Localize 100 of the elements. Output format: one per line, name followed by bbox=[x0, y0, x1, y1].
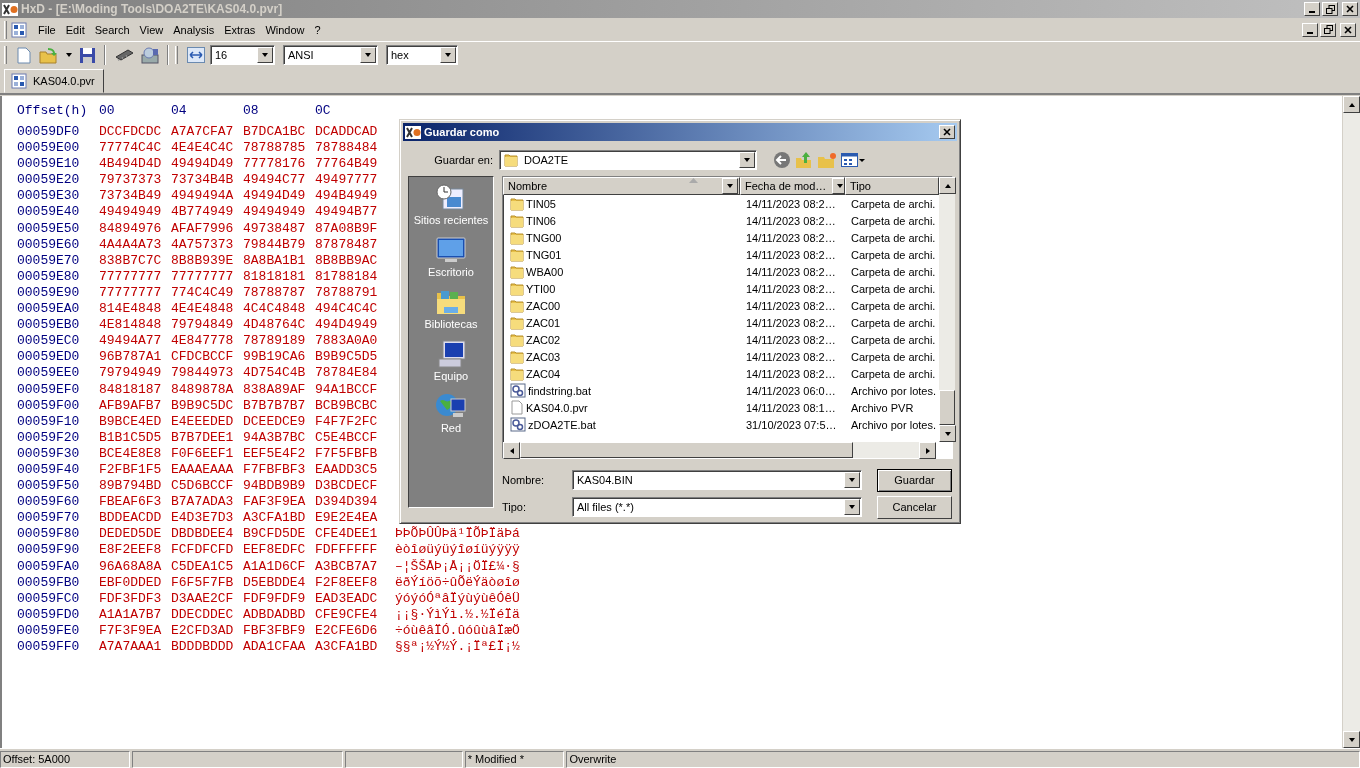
hex-cell-text: 4E847778 bbox=[171, 333, 235, 350]
window-title: HxD - [E:\Moding Tools\DOA2TE\KAS04.0.pvr] bbox=[21, 2, 283, 16]
scroll-down-button[interactable] bbox=[1343, 731, 1360, 748]
horizontal-scrollbar[interactable] bbox=[503, 442, 936, 458]
hex-cell-text: 7883A0A0 bbox=[315, 333, 379, 350]
scroll-left-button[interactable] bbox=[503, 442, 520, 459]
vertical-scrollbar[interactable] bbox=[1342, 96, 1360, 748]
hex-cell-text: 494B4949 bbox=[315, 188, 379, 205]
name-label: Nombre: bbox=[502, 474, 546, 486]
arrow-down-icon bbox=[1347, 735, 1356, 744]
scroll-up-button[interactable] bbox=[939, 177, 956, 194]
file-date: 14/11/2023 08:2… bbox=[745, 333, 837, 346]
hex-cell-text: 99B19CA6 bbox=[243, 349, 307, 366]
file-name[interactable]: ZAC03 bbox=[503, 349, 740, 364]
app-icon bbox=[2, 2, 18, 16]
hex-cell-text: DDECDDEC bbox=[171, 606, 235, 623]
column-header[interactable]: Nombre bbox=[503, 177, 740, 195]
hex-cell-text: 49738487 bbox=[243, 220, 307, 237]
hex-cell-text: A3CFA1BD bbox=[315, 639, 379, 656]
scroll-up-button[interactable] bbox=[1343, 96, 1360, 113]
file-type: Carpeta de archi. bbox=[850, 350, 937, 363]
file-name[interactable]: findstring.bat bbox=[503, 383, 740, 398]
scroll-thumb[interactable] bbox=[520, 442, 853, 458]
file-name[interactable]: YTI00 bbox=[503, 281, 740, 296]
file-name[interactable]: TNG00 bbox=[503, 230, 740, 245]
restore-button[interactable] bbox=[1320, 22, 1336, 37]
hex-cell-text: 79844973 bbox=[171, 365, 235, 382]
minimize-button[interactable] bbox=[1304, 2, 1320, 16]
scroll-right-button[interactable] bbox=[919, 442, 936, 459]
type-label: Tipo: bbox=[502, 501, 528, 513]
place-button[interactable]: Equipo bbox=[410, 339, 492, 389]
save-button[interactable]: Guardar bbox=[877, 468, 952, 492]
gears-document-icon bbox=[510, 383, 526, 398]
arrow-down-icon bbox=[261, 51, 269, 59]
file-name[interactable]: ZAC02 bbox=[503, 332, 740, 347]
close-button[interactable] bbox=[1340, 22, 1356, 37]
view-grid-icon bbox=[841, 151, 865, 168]
hex-cell-text: 4E4E4848 bbox=[171, 301, 235, 318]
file-name[interactable]: ZAC04 bbox=[503, 366, 740, 381]
ascii-text: ¡¡§·ÝìÝì.½.½ÏéÏä bbox=[395, 606, 521, 623]
menu-item[interactable]: ? bbox=[309, 21, 326, 38]
place-button[interactable]: Sitios recientes bbox=[410, 183, 492, 233]
ascii-text: ýóýóÓªâÏýùýùêÓêÜ bbox=[395, 590, 521, 607]
menu-item[interactable]: Analysis bbox=[168, 21, 220, 38]
menu-item[interactable]: Window bbox=[260, 21, 310, 38]
hex-cell-text: DCEEDCE9 bbox=[243, 413, 307, 430]
column-header[interactable]: Fecha de mod… bbox=[740, 177, 845, 195]
hex-cell-text: F6F5F7FB bbox=[171, 574, 235, 591]
offset-base-select[interactable]: hex bbox=[386, 45, 458, 65]
offset-cell-text: 00059F20 bbox=[17, 429, 81, 446]
close-button[interactable] bbox=[1342, 2, 1358, 16]
file-tab[interactable]: KAS04.0.pvr bbox=[4, 69, 104, 93]
bytes-per-row-button[interactable] bbox=[185, 44, 207, 66]
folder-select[interactable]: DOA2TE bbox=[499, 149, 757, 170]
file-name[interactable]: ZAC00 bbox=[503, 298, 740, 313]
vertical-scrollbar[interactable] bbox=[939, 177, 955, 442]
disk-button[interactable] bbox=[139, 44, 161, 66]
scroll-down-button[interactable] bbox=[939, 425, 956, 442]
hex-cell-text: FBEAF6F3 bbox=[99, 494, 163, 511]
hex-cell-text: 4B494D4D bbox=[99, 156, 163, 173]
file-name[interactable]: ZAC01 bbox=[503, 315, 740, 330]
scroll-thumb[interactable] bbox=[939, 390, 955, 425]
file-name[interactable]: WBA00 bbox=[503, 264, 740, 279]
mode-status: Overwrite bbox=[566, 751, 1360, 768]
offset-cell-text: 00059E80 bbox=[17, 268, 81, 285]
file-name[interactable]: zDOA2TE.bat bbox=[503, 417, 740, 432]
menu-item[interactable]: View bbox=[134, 21, 169, 38]
dialog-title: Guardar como bbox=[424, 126, 500, 139]
charset-select[interactable]: ANSI bbox=[283, 45, 378, 65]
file-name-field[interactable]: KAS04.BIN bbox=[572, 470, 862, 490]
hex-cell-text: FCFDFCFD bbox=[171, 542, 235, 559]
menu-item[interactable]: Edit bbox=[60, 21, 90, 38]
minimize-button[interactable] bbox=[1302, 22, 1318, 37]
cancel-button[interactable]: Cancelar bbox=[877, 495, 952, 519]
file-name[interactable]: TIN05 bbox=[503, 196, 740, 211]
close-icon bbox=[1346, 5, 1354, 13]
file-type-select[interactable]: All files (*.*) bbox=[572, 497, 862, 517]
place-button[interactable]: Escritorio bbox=[410, 235, 492, 285]
arrow-down-icon bbox=[726, 182, 734, 190]
offset-cell-text: 00059F30 bbox=[17, 445, 81, 462]
offset-cell-text: 00059FF0 bbox=[17, 639, 81, 656]
bytes-per-row-select[interactable]: 16 bbox=[210, 45, 275, 65]
file-name[interactable]: KAS04.0.pvr bbox=[503, 400, 740, 415]
offset-cell-text: 00059F60 bbox=[17, 494, 81, 511]
file-name[interactable]: TIN06 bbox=[503, 213, 740, 228]
column-header[interactable]: Tipo bbox=[845, 177, 939, 195]
close-button[interactable] bbox=[939, 125, 955, 140]
place-button[interactable]: Red bbox=[410, 391, 492, 441]
hex-cell-text: 73734B4B bbox=[171, 172, 235, 189]
hex-cell-text: 78784E84 bbox=[315, 365, 379, 382]
hex-cell-text: 77777777 bbox=[99, 268, 163, 285]
menu-item[interactable]: Search bbox=[89, 21, 135, 38]
menu-item[interactable]: File bbox=[33, 21, 61, 38]
place-button[interactable]: Bibliotecas bbox=[410, 287, 492, 337]
hex-cell-text: 94A1BCCF bbox=[315, 381, 379, 398]
menu-item[interactable]: Extras bbox=[219, 21, 261, 38]
hex-cell-text: 78788785 bbox=[243, 140, 307, 157]
file-name[interactable]: TNG01 bbox=[503, 247, 740, 262]
hex-cell-text: 8B8BB9AC bbox=[315, 252, 379, 269]
restore-button[interactable] bbox=[1322, 2, 1338, 16]
